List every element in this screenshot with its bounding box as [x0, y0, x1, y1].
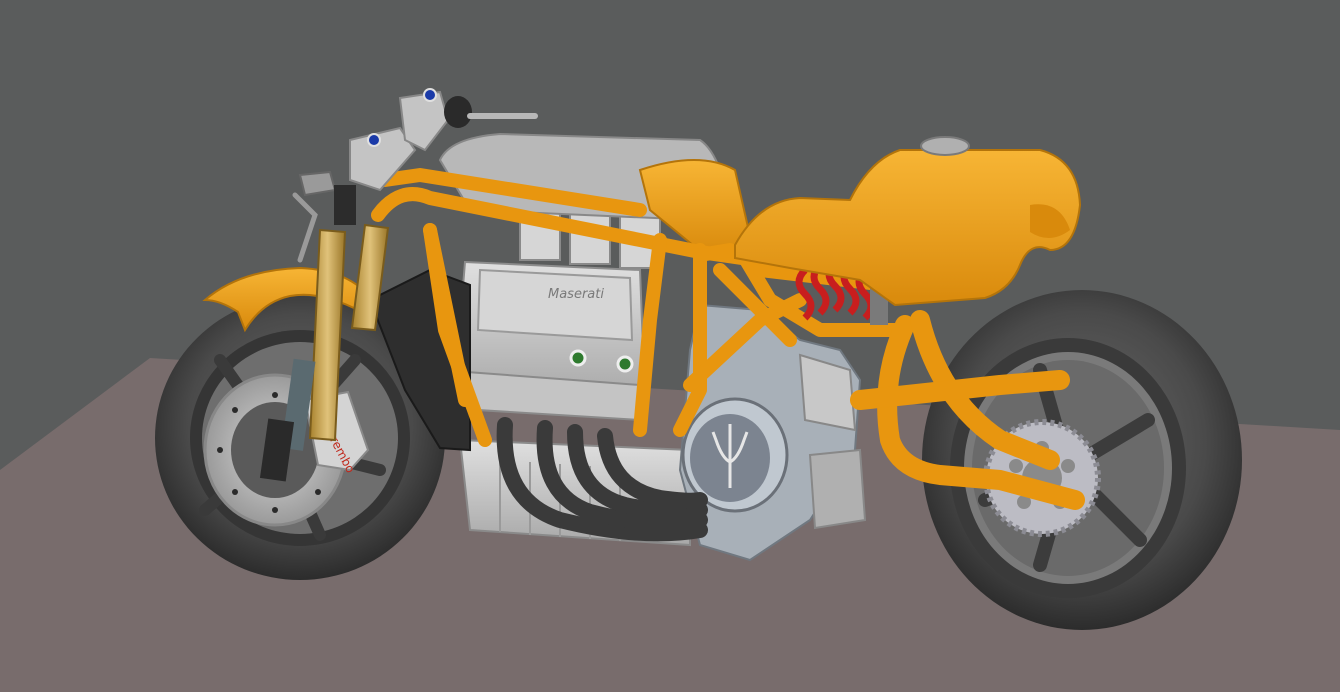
bar-end-bolt: [367, 133, 381, 147]
motorcycle-render[interactable]: brembo Maserati: [0, 0, 1340, 692]
brake-lever: [298, 170, 337, 197]
rear-wheel: [922, 290, 1242, 630]
fuel-cap: [920, 136, 970, 156]
3d-viewport[interactable]: brembo Maserati: [0, 0, 1340, 692]
bar-end-bolt: [423, 88, 437, 102]
cam-cover-text: Maserati: [548, 287, 604, 302]
